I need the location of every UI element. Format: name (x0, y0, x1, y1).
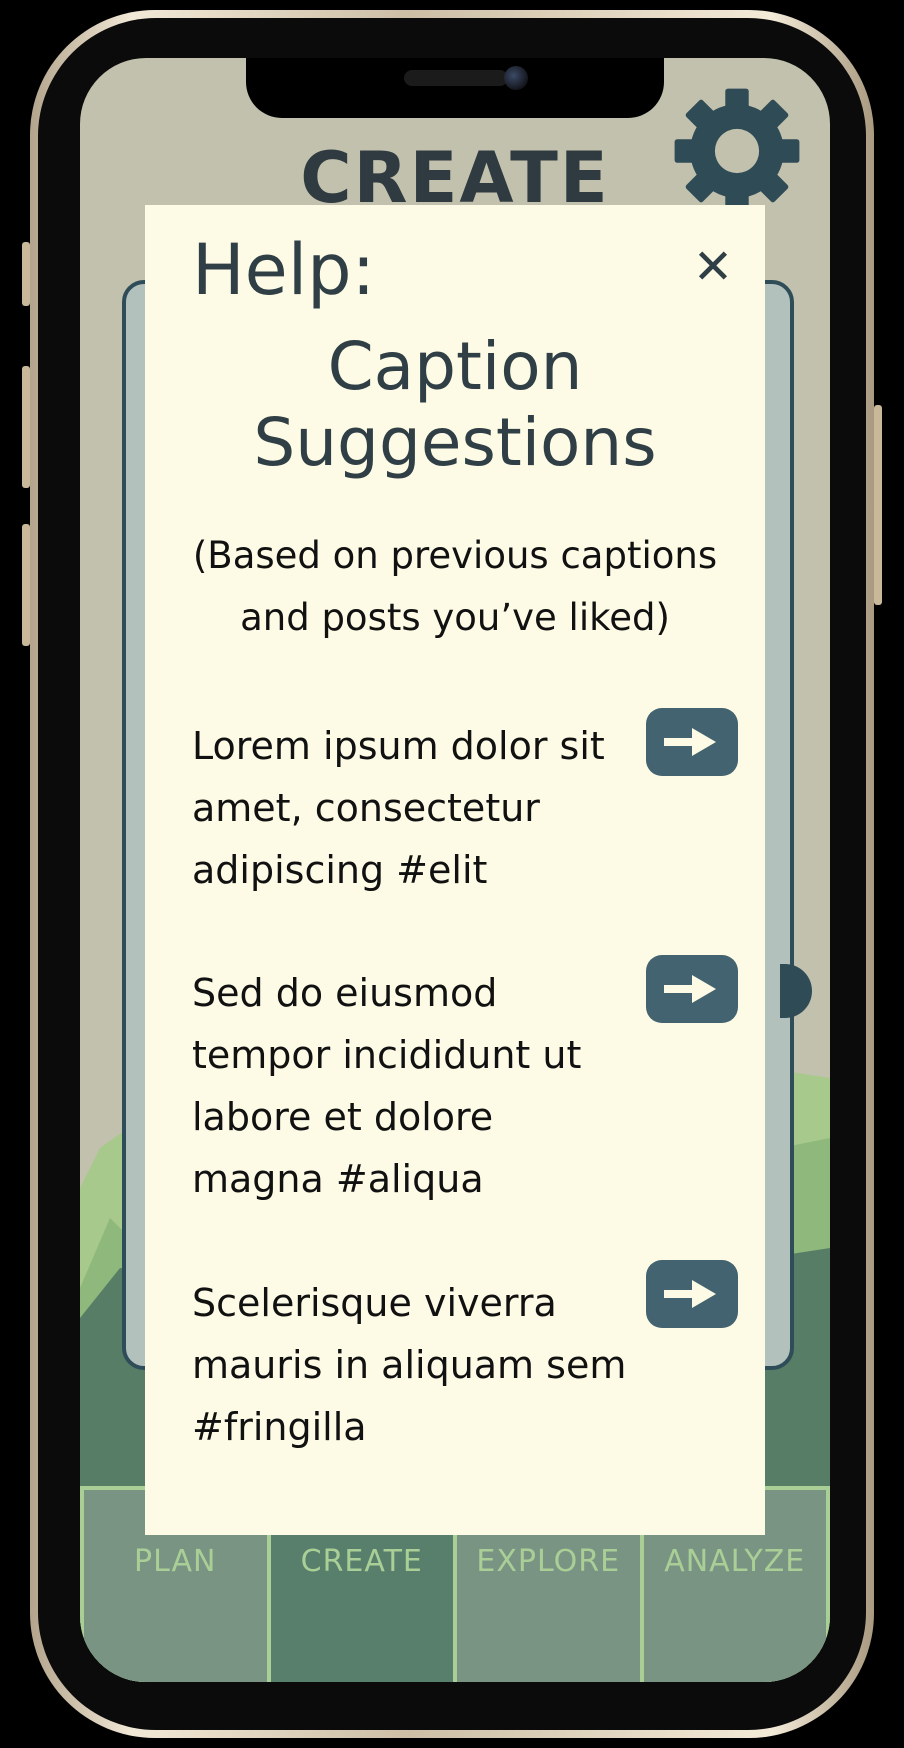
modal-title-line2: Suggestions (253, 404, 657, 481)
suggestion-text-3: Scelerisque viverra mauris in aliquam se… (192, 1281, 627, 1449)
panel-handle[interactable] (780, 964, 812, 1018)
power-button (874, 405, 882, 605)
arrow-right-icon (664, 1280, 716, 1308)
arrow-right-icon (664, 728, 716, 756)
suggestion-text-1: Lorem ipsum dolor sit amet, consectetur … (192, 724, 605, 892)
modal-subtitle: (Based on previous captions and posts yo… (192, 534, 718, 639)
close-icon[interactable]: ✕ (685, 239, 741, 295)
help-label: Help: (192, 229, 376, 311)
phone-screen: CREATE PLAN CREATE EXPLORE ANALYZE Help:… (80, 58, 830, 1682)
mute-switch (22, 242, 30, 306)
speaker (404, 70, 508, 86)
gear-icon[interactable] (672, 86, 802, 216)
volume-down-button (22, 524, 30, 646)
suggestion-text-2: Sed do eiusmod tempor incididunt ut labo… (192, 971, 582, 1201)
modal-title-line1: Caption (327, 328, 583, 405)
use-suggestion-button-1[interactable] (646, 708, 738, 776)
use-suggestion-button-3[interactable] (646, 1260, 738, 1328)
front-camera (504, 66, 528, 90)
use-suggestion-button-2[interactable] (646, 955, 738, 1023)
help-modal: Help: ✕ Caption Suggestions (Based on pr… (145, 205, 765, 1535)
volume-up-button (22, 366, 30, 488)
arrow-right-icon (664, 975, 716, 1003)
modal-title: Caption Suggestions (145, 329, 765, 481)
notch (246, 58, 664, 118)
